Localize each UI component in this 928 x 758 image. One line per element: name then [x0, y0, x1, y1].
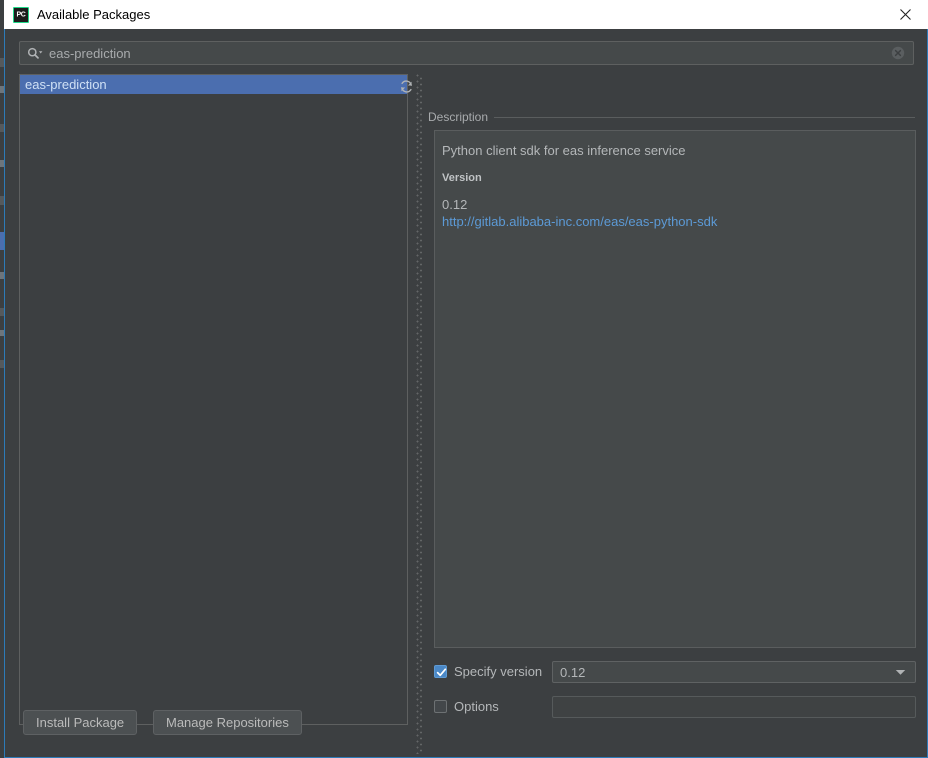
- dialog-body: eas-prediction Description Python client…: [4, 29, 928, 758]
- description-separator: [428, 117, 915, 118]
- close-icon: [900, 9, 911, 20]
- available-packages-window: PC Available Packages eas-prediction eas…: [4, 0, 928, 758]
- title-bar: PC Available Packages: [4, 0, 928, 29]
- refresh-icon: [400, 79, 412, 93]
- specify-version-label: Specify version: [454, 664, 543, 679]
- clear-circle-icon: [891, 46, 905, 60]
- clear-search-button[interactable]: [891, 46, 905, 60]
- version-select-value: 0.12: [560, 664, 586, 680]
- list-item[interactable]: eas-prediction: [20, 75, 407, 94]
- refresh-button[interactable]: [395, 76, 417, 96]
- manage-repositories-button[interactable]: Manage Repositories: [153, 710, 302, 735]
- package-summary: Python client sdk for eas inference serv…: [442, 143, 686, 158]
- close-button[interactable]: [883, 0, 928, 29]
- specify-version-checkbox[interactable]: [434, 665, 447, 678]
- homepage-link[interactable]: http://gitlab.alibaba-inc.com/eas/eas-py…: [442, 214, 717, 229]
- chevron-down-glyph: [895, 670, 906, 675]
- search-icon[interactable]: [27, 47, 44, 60]
- window-title: Available Packages: [37, 7, 151, 22]
- packages-list[interactable]: eas-prediction: [20, 75, 407, 724]
- pane-splitter[interactable]: [415, 74, 424, 754]
- description-content: Python client sdk for eas inference serv…: [435, 131, 915, 231]
- search-field[interactable]: [19, 41, 914, 65]
- description-panel: Python client sdk for eas inference serv…: [434, 130, 916, 648]
- version-value: 0.12: [442, 197, 468, 212]
- version-select[interactable]: 0.12: [552, 661, 916, 683]
- footer-bar: Install Package Manage Repositories: [5, 699, 927, 757]
- specify-version-row: Specify version 0.12: [434, 661, 916, 683]
- install-package-button[interactable]: Install Package: [23, 710, 138, 735]
- checkmark-icon: [436, 668, 447, 677]
- search-icon-glyph: [27, 47, 43, 59]
- packages-list-panel[interactable]: eas-prediction: [19, 74, 408, 725]
- pycharm-icon: PC: [13, 6, 29, 23]
- description-label: Description: [428, 110, 495, 124]
- splitter-grip: [416, 74, 423, 754]
- version-heading: Version: [442, 172, 482, 184]
- chevron-down-icon: [895, 668, 906, 676]
- pycharm-icon-label: PC: [16, 11, 26, 18]
- search-input[interactable]: [49, 45, 891, 61]
- search-row: [19, 41, 914, 65]
